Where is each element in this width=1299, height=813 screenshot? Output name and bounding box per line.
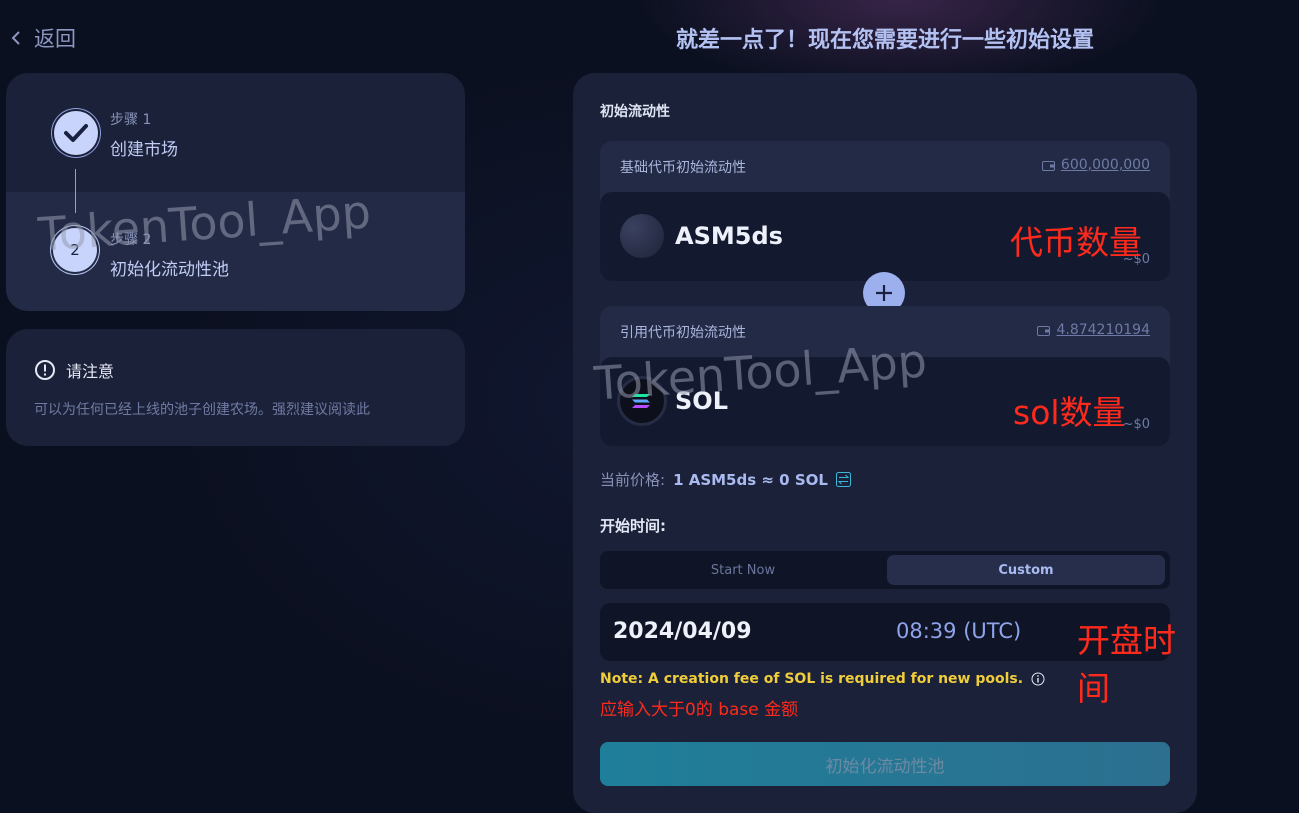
section-title: 初始流动性: [600, 104, 670, 120]
step-1-check-icon: [54, 111, 98, 155]
price-label: 当前价格:: [600, 471, 666, 489]
start-now-option[interactable]: Start Now: [604, 555, 882, 585]
current-price: 当前价格: 1 ASM5ds ≈ 0 SOL: [600, 469, 851, 490]
quote-usd-value: ~$0: [1122, 417, 1150, 432]
wallet-icon: [1037, 325, 1051, 336]
base-balance[interactable]: 600,000,000: [1041, 157, 1150, 173]
quote-balance[interactable]: 4.874210194: [1037, 322, 1150, 338]
quote-token-label: 引用代币初始流动性: [620, 325, 746, 341]
annotation-open-time: 开盘时间: [1077, 621, 1176, 708]
info-icon[interactable]: [1031, 672, 1045, 686]
base-balance-value: 600,000,000: [1060, 157, 1150, 173]
sol-token-icon: [620, 379, 664, 423]
custom-option[interactable]: Custom: [887, 555, 1165, 585]
step-2-label: 步骤 2: [110, 232, 152, 248]
initialize-pool-button[interactable]: 初始化流动性池: [600, 742, 1170, 786]
step-1-label: 步骤 1: [110, 112, 152, 128]
swap-icon[interactable]: [835, 472, 851, 487]
quote-balance-value: 4.874210194: [1056, 322, 1150, 338]
chevron-left-icon: [11, 31, 20, 45]
time-value[interactable]: 08:39 (UTC): [896, 619, 1021, 643]
step-1-title: 创建市场: [110, 140, 178, 160]
creation-fee-note: Note: A creation fee of SOL is required …: [600, 671, 1045, 687]
quote-token-name: SOL: [675, 387, 728, 415]
validation-error: 应输入大于0的 base 金额: [600, 700, 799, 720]
back-label: 返回: [34, 27, 76, 51]
back-button[interactable]: 返回: [10, 22, 76, 54]
start-time-label: 开始时间:: [600, 517, 666, 535]
step-connector: [75, 169, 76, 213]
alert-icon: [35, 360, 55, 380]
liquidity-panel: 初始流动性 基础代币初始流动性 600,000,000 ASM5ds ~$0 代…: [573, 73, 1197, 813]
step-2-number-badge: 2: [53, 228, 97, 272]
notice-title: 请注意: [66, 362, 115, 381]
price-value: 1 ASM5ds ≈ 0 SOL: [673, 470, 828, 489]
notice-card: 请注意 可以为任何已经上线的池子创建农场。强烈建议阅读此: [6, 329, 465, 446]
annotation-sol-amount: sol数量: [1013, 393, 1126, 432]
base-token-name: ASM5ds: [675, 222, 783, 250]
notice-text: 可以为任何已经上线的池子创建农场。强烈建议阅读此: [34, 402, 370, 418]
wallet-icon: [1041, 160, 1055, 171]
page-title: 就差一点了！现在您需要进行一些初始设置: [675, 28, 1094, 53]
step-2-title: 初始化流动性池: [110, 260, 229, 280]
base-token-label: 基础代币初始流动性: [620, 160, 746, 176]
start-time-toggle: Start Now Custom: [600, 551, 1170, 589]
fee-note-text: Note: A creation fee of SOL is required …: [600, 671, 1024, 687]
date-value[interactable]: 2024/04/09: [613, 619, 752, 644]
base-token-icon: [620, 214, 664, 258]
notice-header: 请注意: [34, 358, 114, 382]
steps-card: 步骤 1 创建市场 2 步骤 2 初始化流动性池: [6, 73, 465, 311]
annotation-token-amount: 代币数量: [1010, 223, 1142, 262]
